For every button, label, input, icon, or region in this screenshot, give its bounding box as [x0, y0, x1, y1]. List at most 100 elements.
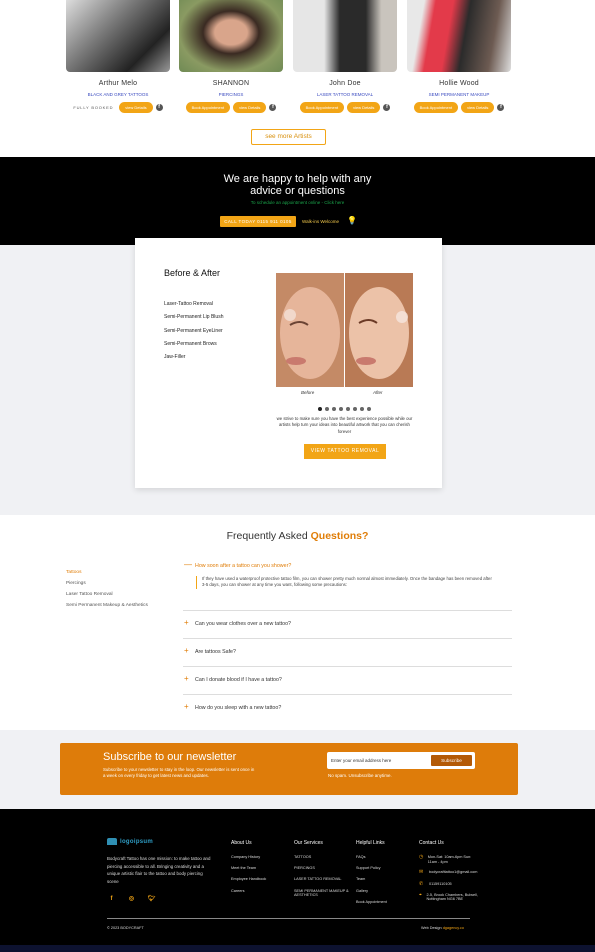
- call-today-button[interactable]: CALL TODAY 0115 911 0105: [220, 216, 296, 227]
- faq-item[interactable]: + How do you sleep with a new tattoo?: [183, 695, 512, 723]
- see-more-artists-button[interactable]: see more Artists: [251, 129, 326, 145]
- footer-col-title: Our Services: [294, 840, 323, 846]
- carousel-dot[interactable]: [360, 407, 364, 411]
- faq-question[interactable]: How soon after a tattoo can you shower?: [195, 563, 291, 569]
- faq-question[interactable]: Are tattoos Safe?: [195, 649, 236, 655]
- book-appointment-button[interactable]: Book Appointment: [299, 102, 345, 113]
- no-spam-note: No spam. Unsubscribe anytime.: [328, 773, 392, 778]
- footer-link[interactable]: Employee Handbook: [231, 877, 266, 882]
- view-details-button[interactable]: view Details: [347, 102, 381, 113]
- faq-item[interactable]: — How soon after a tattoo can you shower…: [183, 553, 512, 611]
- facebook-icon[interactable]: f: [108, 896, 115, 903]
- book-appointment-button[interactable]: Book Appointment: [413, 102, 459, 113]
- footer-link[interactable]: SEMI PERMANENT MAKEUP & AESTHETICS: [294, 889, 349, 898]
- footer-link[interactable]: PIERCINGS: [294, 866, 349, 871]
- artist-photo[interactable]: [179, 0, 283, 72]
- faq-category-semi-permanent[interactable]: Semi Permanent Makeup & Aesthetics: [66, 603, 148, 614]
- artist-style[interactable]: Black and Grey Tattoos: [65, 92, 171, 97]
- footer-link[interactable]: Meet the Team: [231, 866, 266, 871]
- artist-name[interactable]: SHANNON: [178, 80, 284, 87]
- artist-photo[interactable]: [293, 0, 397, 72]
- walkins-welcome-label: Walk-ins Welcome: [302, 219, 340, 224]
- plus-icon[interactable]: +: [184, 646, 189, 655]
- service-item[interactable]: Semi-Permanent EyeLiner: [164, 328, 223, 341]
- carousel-dot[interactable]: [325, 407, 329, 411]
- faq-item[interactable]: + Can you wear clothes over a new tattoo…: [183, 611, 512, 639]
- footer-link[interactable]: Careers: [231, 889, 266, 894]
- footer-link[interactable]: Gallery: [356, 889, 387, 894]
- plus-icon[interactable]: +: [184, 674, 189, 683]
- design-prefix: Web Design: [421, 926, 442, 930]
- footer-link[interactable]: Team: [356, 877, 387, 882]
- subscribe-button[interactable]: Subscribe: [431, 755, 472, 766]
- carousel-dot[interactable]: [346, 407, 350, 411]
- contact-text[interactable]: bodycrafttattoo1@gmail.com: [429, 870, 477, 875]
- contact-email[interactable]: ✉ bodycrafttattoo1@gmail.com: [419, 870, 479, 875]
- carousel-dot[interactable]: [367, 407, 371, 411]
- footer-link[interactable]: Company History: [231, 855, 266, 860]
- carousel-dots: [318, 407, 371, 411]
- footer-link[interactable]: Support Policy: [356, 866, 387, 871]
- facebook-icon[interactable]: f: [155, 104, 163, 111]
- artist-style[interactable]: LASER TATTOO REMOVAL: [292, 92, 398, 97]
- faq-question[interactable]: Can I donate blood if I have a tattoo?: [195, 677, 282, 683]
- artist-card: SHANNON PIERCINGS Book Appointment view …: [178, 0, 284, 113]
- artist-style[interactable]: PIERCINGS: [178, 92, 284, 97]
- footer-link[interactable]: Book Appointment: [356, 900, 387, 905]
- faq-item[interactable]: + Can I donate blood if I have a tattoo?: [183, 667, 512, 695]
- lightbulb-icon: 💡: [347, 216, 357, 225]
- logo-icon: [107, 838, 117, 845]
- service-item[interactable]: Semi-Permanent Brows: [164, 341, 223, 354]
- artist-name[interactable]: Arthur Melo: [65, 80, 171, 87]
- faq-category-tattoos[interactable]: Tattoos: [66, 570, 148, 581]
- instagram-icon[interactable]: ◎: [128, 896, 135, 903]
- faq-item[interactable]: + Are tattoos Safe?: [183, 639, 512, 667]
- carousel-dot[interactable]: [353, 407, 357, 411]
- footer-logo[interactable]: logoipsum: [107, 838, 153, 845]
- clock-icon: ◷: [419, 854, 424, 860]
- view-tattoo-removal-button[interactable]: VIEW TATTOO REMOVAL: [304, 444, 386, 459]
- facebook-icon[interactable]: f: [383, 104, 391, 111]
- logo-text: logoipsum: [120, 838, 154, 845]
- artist-photo[interactable]: [407, 0, 511, 72]
- view-details-button[interactable]: view Details: [233, 102, 267, 113]
- view-details-button[interactable]: view Details: [119, 102, 153, 113]
- design-link[interactable]: dgagency.co: [443, 926, 464, 930]
- faq-question[interactable]: Can you wear clothes over a new tattoo?: [195, 621, 291, 627]
- help-title-line1: We are happy to help with any: [223, 173, 372, 185]
- minus-icon[interactable]: —: [184, 560, 192, 569]
- service-item[interactable]: Jaw-Filler: [164, 354, 223, 367]
- footer-link[interactable]: LASER TATTOO REMOVAL: [294, 877, 349, 882]
- help-title-line2: advice or questions: [250, 185, 345, 197]
- footer-link[interactable]: TATTOOS: [294, 855, 349, 860]
- faq-category-piercings[interactable]: Piercings: [66, 581, 148, 592]
- carousel-dot[interactable]: [318, 407, 322, 411]
- facebook-icon[interactable]: f: [497, 104, 505, 111]
- contact-text[interactable]: 01159110105: [429, 882, 452, 887]
- email-input[interactable]: [331, 752, 427, 769]
- artist-photo[interactable]: [66, 0, 170, 72]
- plus-icon[interactable]: +: [184, 702, 189, 711]
- facebook-icon[interactable]: f: [269, 104, 277, 111]
- artist-style[interactable]: SEMI PERMANENT MAKEUP: [406, 92, 512, 97]
- schedule-online-link[interactable]: To schedule an appointment online - Clic…: [0, 200, 595, 205]
- service-item[interactable]: Laser-Tattoo Removal: [164, 301, 223, 314]
- carousel-dot[interactable]: [332, 407, 336, 411]
- book-appointment-button[interactable]: Book Appointment: [185, 102, 231, 113]
- footer-about: Bodycraft Tattoo has one mission: to mak…: [107, 856, 211, 885]
- faq-category-laser[interactable]: Laser Tattoo Removal: [66, 592, 148, 603]
- faq-question[interactable]: How do you sleep with a new tattoo?: [195, 705, 281, 711]
- view-details-button[interactable]: view Details: [461, 102, 495, 113]
- service-item[interactable]: Semi-Permanent Lip Blush: [164, 314, 223, 327]
- contact-phone[interactable]: ✆ 01159110105: [419, 881, 479, 887]
- twitter-icon[interactable]: 🐦︎: [148, 896, 156, 903]
- footer-col-contact: Contact Us ◷ Mon-Sat: 10am-6pm Sun: 11am …: [419, 840, 479, 908]
- artist-name[interactable]: John Doe: [292, 80, 398, 87]
- help-title: We are happy to help with any advice or …: [0, 173, 595, 197]
- mail-icon: ✉: [419, 869, 424, 876]
- artist-name[interactable]: Hollie Wood: [406, 80, 512, 87]
- footer-link[interactable]: FAQs: [356, 855, 387, 860]
- footer: logoipsum Bodycraft Tattoo has one missi…: [0, 809, 595, 952]
- carousel-dot[interactable]: [339, 407, 343, 411]
- plus-icon[interactable]: +: [184, 618, 189, 627]
